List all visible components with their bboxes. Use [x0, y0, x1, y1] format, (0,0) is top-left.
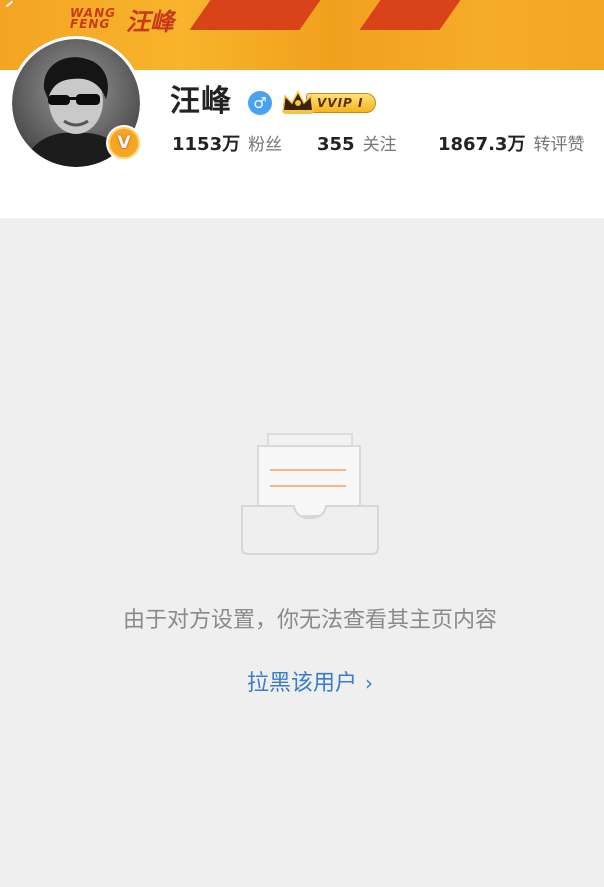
stat-following-label: 关注: [362, 135, 397, 155]
vvip-badge[interactable]: VVIP I: [280, 88, 380, 116]
stat-fans-label: 粉丝: [248, 135, 283, 155]
empty-inbox-icon: [241, 433, 379, 555]
stat-fans-value: 1153万: [172, 134, 241, 155]
banner-logo-cn: 汪峰: [126, 8, 174, 36]
empty-state-message: 由于对方设置，你无法查看其主页内容: [122, 608, 497, 633]
block-user-label: 拉黑该用户: [246, 671, 357, 696]
back-icon[interactable]: [5, 0, 19, 14]
profile-name: 汪峰: [170, 84, 232, 119]
stat-following[interactable]: 355 关注: [317, 132, 397, 158]
stat-likes-value: 1867.3万: [438, 134, 526, 155]
chevron-right-icon: ›: [365, 671, 373, 695]
vip-level-label: VVIP I: [306, 93, 376, 113]
block-user-link[interactable]: 拉黑该用户 ›: [0, 668, 604, 699]
stat-likes-label: 转评赞: [533, 135, 585, 155]
male-gender-icon: ♂: [248, 91, 272, 115]
stat-fans[interactable]: 1153万 粉丝: [172, 132, 282, 158]
stat-following-value: 355: [317, 134, 355, 155]
banner-logo-en: WANG FENG: [70, 6, 116, 31]
stat-reposts-comments-likes[interactable]: 1867.3万 转评赞: [438, 132, 584, 158]
profile-stats: 1153万 粉丝 355 关注 1867.3万 转评赞: [0, 132, 604, 160]
banner-stripe: [359, 0, 461, 30]
crown-icon: [282, 90, 314, 114]
banner-stripe: [189, 0, 321, 30]
